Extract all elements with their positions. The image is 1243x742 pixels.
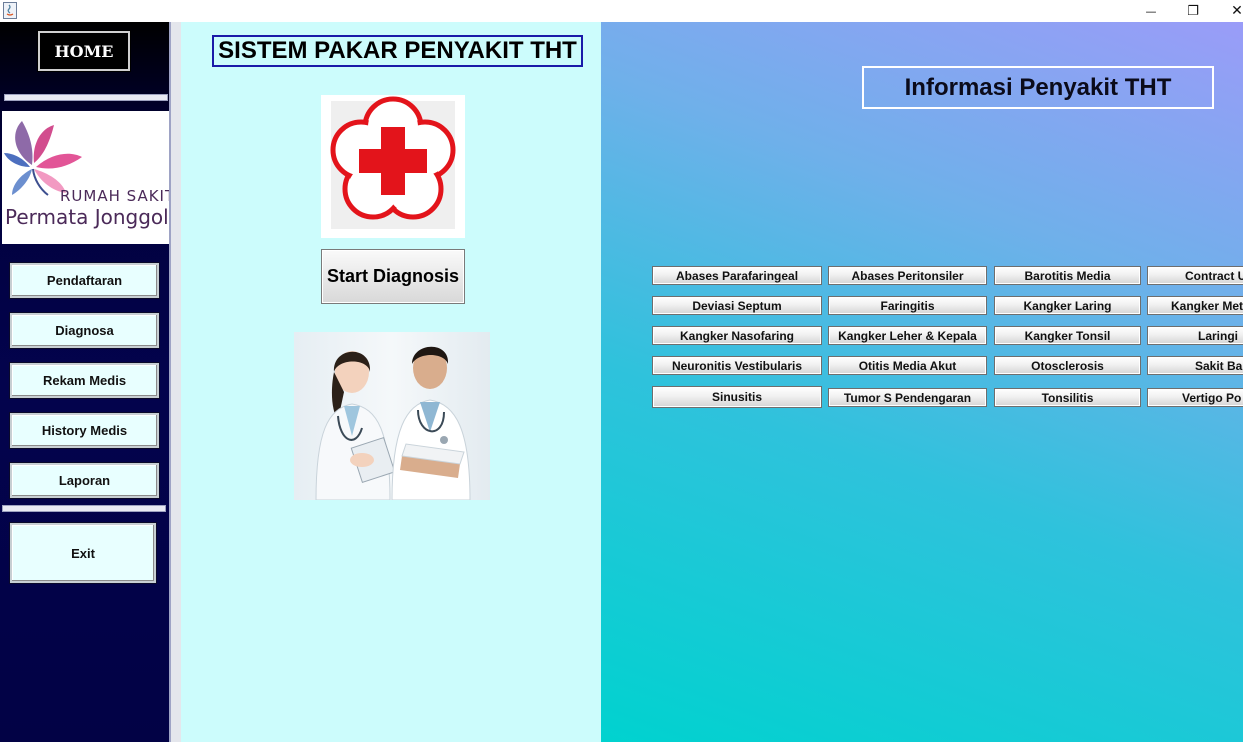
minimize-button[interactable]: — (1128, 0, 1174, 22)
page-title: SISTEM PAKAR PENYAKIT THT (212, 35, 583, 67)
info-title: Informasi Penyakit THT (862, 66, 1214, 109)
restore-button[interactable]: ❐ (1170, 0, 1216, 22)
minimize-icon: — (1145, 4, 1157, 18)
disease-button[interactable]: Deviasi Septum (652, 296, 822, 315)
nav-laporan-button[interactable]: Laporan (9, 462, 160, 499)
disease-button[interactable]: Tonsilitis (994, 388, 1141, 407)
disease-button[interactable]: Kangker Laring (994, 296, 1141, 315)
disease-button[interactable]: Abases Parafaringeal (652, 266, 822, 285)
panel-divider (171, 22, 181, 742)
doctors-illustration-icon (315, 346, 471, 500)
disease-button[interactable]: Contract U (1147, 266, 1243, 285)
java-icon (3, 2, 17, 19)
disease-button[interactable]: Tumor S Pendengaran (828, 388, 987, 407)
close-window-button[interactable]: ✕ (1214, 0, 1243, 22)
disease-button[interactable]: Kangker Tonsil (994, 326, 1141, 345)
disease-button[interactable]: Abases Peritonsiler (828, 266, 987, 285)
restore-icon: ❐ (1187, 3, 1199, 19)
disease-button[interactable]: Kangker Leher & Kepala (828, 326, 987, 345)
logo-text-rumah-sakit: RUMAH SAKIT (60, 187, 169, 205)
close-icon: ✕ (1231, 3, 1243, 19)
disease-button[interactable]: Sinusitis (652, 386, 822, 408)
info-panel: Informasi Penyakit THT Abases Parafaring… (601, 22, 1243, 742)
home-button[interactable]: HOME (37, 30, 131, 72)
disease-button[interactable]: Kangker Nasofaring (652, 326, 822, 345)
sidebar: HOME RUMAH SAKIT Permata Jonggol Pendaft… (0, 22, 171, 742)
red-cross-image (321, 95, 465, 238)
doctors-photo (294, 332, 490, 500)
disease-button[interactable]: Kangker Met (1147, 296, 1243, 315)
window-title-bar: — ❐ ✕ (0, 0, 1243, 22)
logo-text-hospital-name: Permata Jonggol (5, 205, 169, 229)
disease-button[interactable]: Barotitis Media (994, 266, 1141, 285)
disease-button[interactable]: Vertigo Po (1147, 388, 1243, 407)
sidebar-separator (2, 505, 166, 512)
hospital-logo: RUMAH SAKIT Permata Jonggol (2, 111, 169, 244)
start-diagnosis-button[interactable]: Start Diagnosis (321, 249, 465, 304)
nav-rekam-medis-button[interactable]: Rekam Medis (9, 362, 160, 399)
nav-history-medis-button[interactable]: History Medis (9, 412, 160, 449)
disease-button[interactable]: Neuronitis Vestibularis (652, 356, 822, 375)
nav-diagnosa-button[interactable]: Diagnosa (9, 312, 160, 349)
disease-button[interactable]: Otitis Media Akut (828, 356, 987, 375)
disease-button[interactable]: Faringitis (828, 296, 987, 315)
nav-pendaftaran-button[interactable]: Pendaftaran (9, 262, 160, 299)
disease-button[interactable]: Otosclerosis (994, 356, 1141, 375)
disease-button[interactable]: Laringi (1147, 326, 1243, 345)
disease-button[interactable]: Sakit Ba (1147, 356, 1243, 375)
exit-button[interactable]: Exit (9, 522, 157, 584)
main-panel: SISTEM PAKAR PENYAKIT THT Start Diagnosi… (181, 22, 601, 742)
red-cross-icon (321, 95, 465, 238)
sidebar-separator (4, 94, 168, 101)
